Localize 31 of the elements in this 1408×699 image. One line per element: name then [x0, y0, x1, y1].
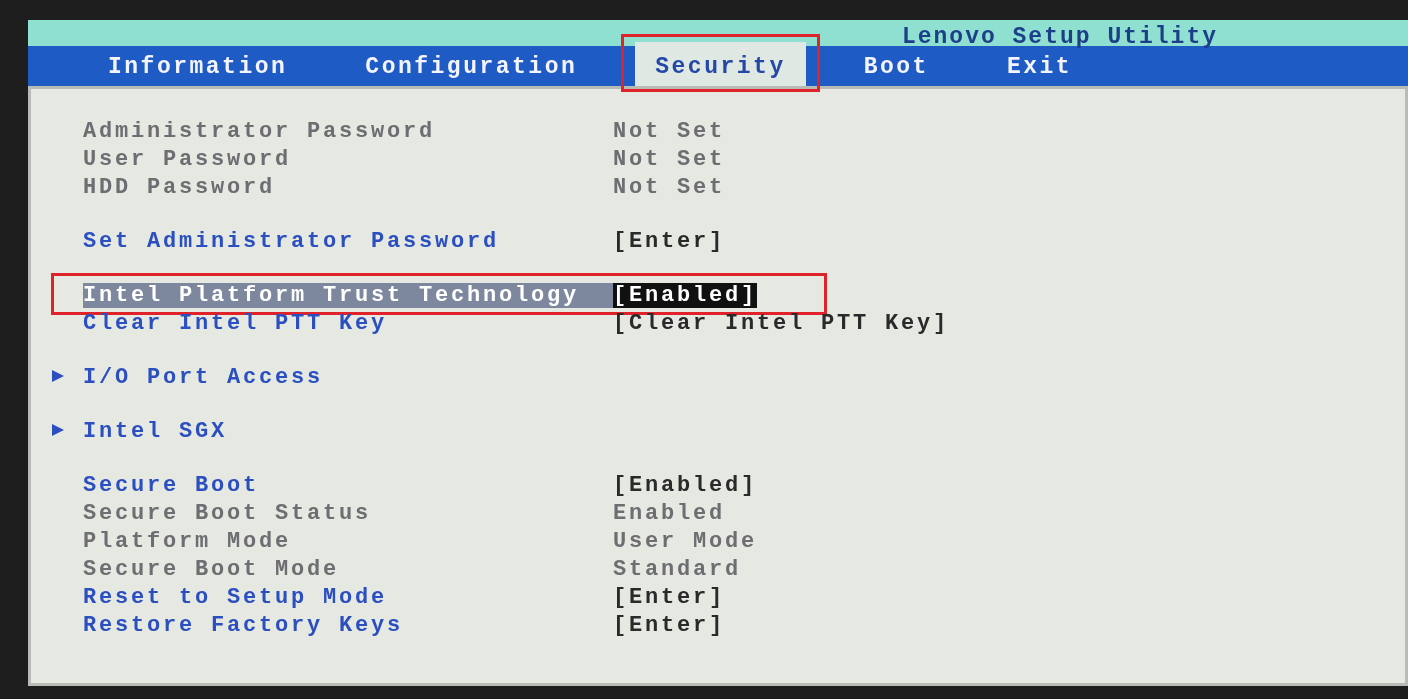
- setting-value[interactable]: [Enabled]: [613, 282, 758, 308]
- setting-value[interactable]: [Enter]: [613, 228, 725, 254]
- setting-item[interactable]: Secure Boot: [83, 472, 613, 498]
- setting-item[interactable]: Intel Platform Trust Technology: [83, 282, 613, 308]
- field-label: Secure Boot Mode: [83, 556, 341, 582]
- field-label: Secure Boot Status: [83, 500, 373, 526]
- setting-value[interactable]: [Enter]: [613, 584, 725, 610]
- setting-item[interactable]: Restore Factory Keys: [83, 612, 613, 638]
- setting-value[interactable]: [Clear Intel PTT Key]: [613, 310, 950, 336]
- setting-value[interactable]: [Enabled]: [613, 472, 758, 498]
- submenu-arrow-icon: [51, 368, 65, 383]
- field-label: Platform Mode: [83, 528, 293, 554]
- submenu-item[interactable]: Intel SGX: [83, 418, 613, 444]
- setting-item[interactable]: Set Administrator Password: [83, 228, 613, 254]
- setting-value[interactable]: [Enter]: [613, 612, 725, 638]
- field-label: Administrator Password: [83, 118, 437, 144]
- field-value: Enabled: [613, 500, 725, 526]
- menu-tab[interactable]: Security: [635, 42, 806, 86]
- field-label: User Password: [83, 146, 293, 172]
- setting-item[interactable]: Reset to Setup Mode: [83, 584, 613, 610]
- field-value: Not Set: [613, 174, 725, 200]
- field-value: Not Set: [613, 146, 725, 172]
- field-value: User Mode: [613, 528, 758, 554]
- field-value: Not Set: [613, 118, 725, 144]
- submenu-item[interactable]: I/O Port Access: [83, 364, 613, 390]
- menu-tab[interactable]: Information: [88, 42, 308, 86]
- field-value: Standard: [613, 556, 742, 582]
- menu-tab[interactable]: Configuration: [345, 42, 598, 86]
- field-label: HDD Password: [83, 174, 277, 200]
- setting-item[interactable]: Clear Intel PTT Key: [83, 310, 613, 336]
- submenu-arrow-icon: [51, 422, 65, 437]
